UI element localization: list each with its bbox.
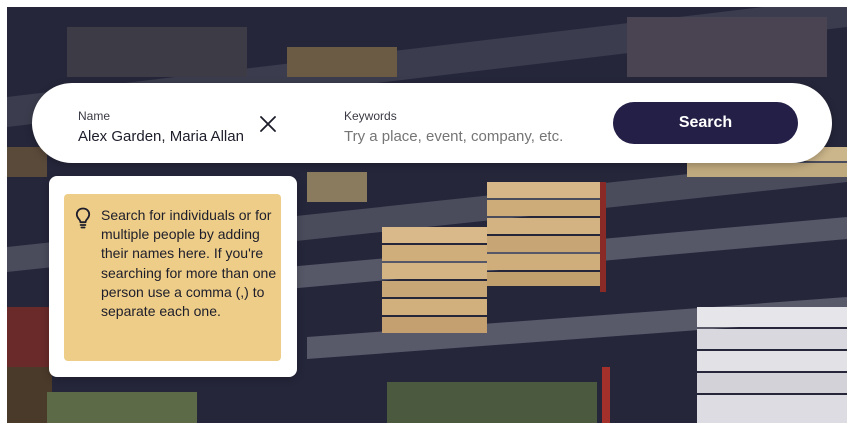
- tooltip-text: Search for individuals or for multiple p…: [101, 207, 277, 320]
- name-field-label: Name: [78, 109, 111, 123]
- name-field-value[interactable]: Alex Garden, Maria Allan: [78, 128, 244, 145]
- search-bar: Name Alex Garden, Maria Allan Keywords S…: [32, 83, 832, 163]
- keywords-field-label: Keywords: [344, 109, 397, 123]
- name-field[interactable]: Name Alex Garden, Maria Allan: [78, 109, 244, 145]
- tooltip-content: Search for individuals or for multiple p…: [64, 194, 281, 361]
- lightbulb-icon: [75, 207, 91, 229]
- keywords-field[interactable]: Keywords: [344, 109, 594, 145]
- keywords-input[interactable]: [344, 128, 594, 145]
- name-hint-tooltip: Search for individuals or for multiple p…: [49, 176, 297, 377]
- search-button[interactable]: Search: [613, 102, 798, 144]
- close-icon: [260, 116, 276, 132]
- clear-name-button[interactable]: [257, 113, 279, 135]
